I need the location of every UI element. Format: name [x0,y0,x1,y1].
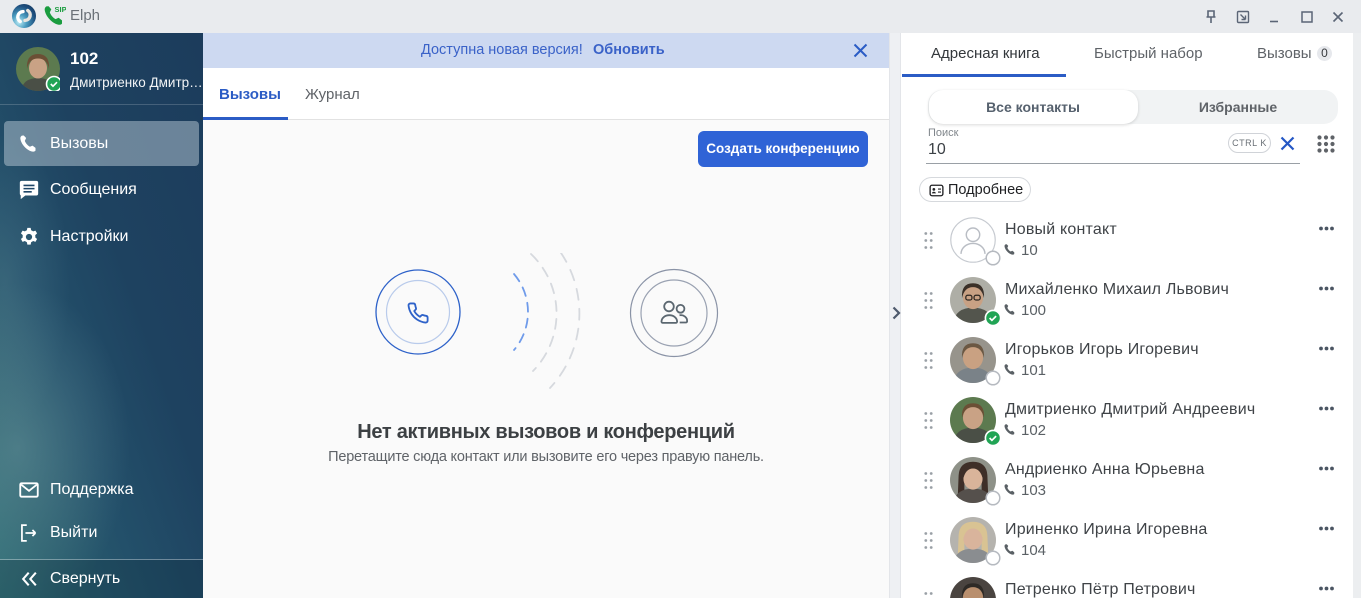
svg-text:SIP: SIP [55,5,67,14]
